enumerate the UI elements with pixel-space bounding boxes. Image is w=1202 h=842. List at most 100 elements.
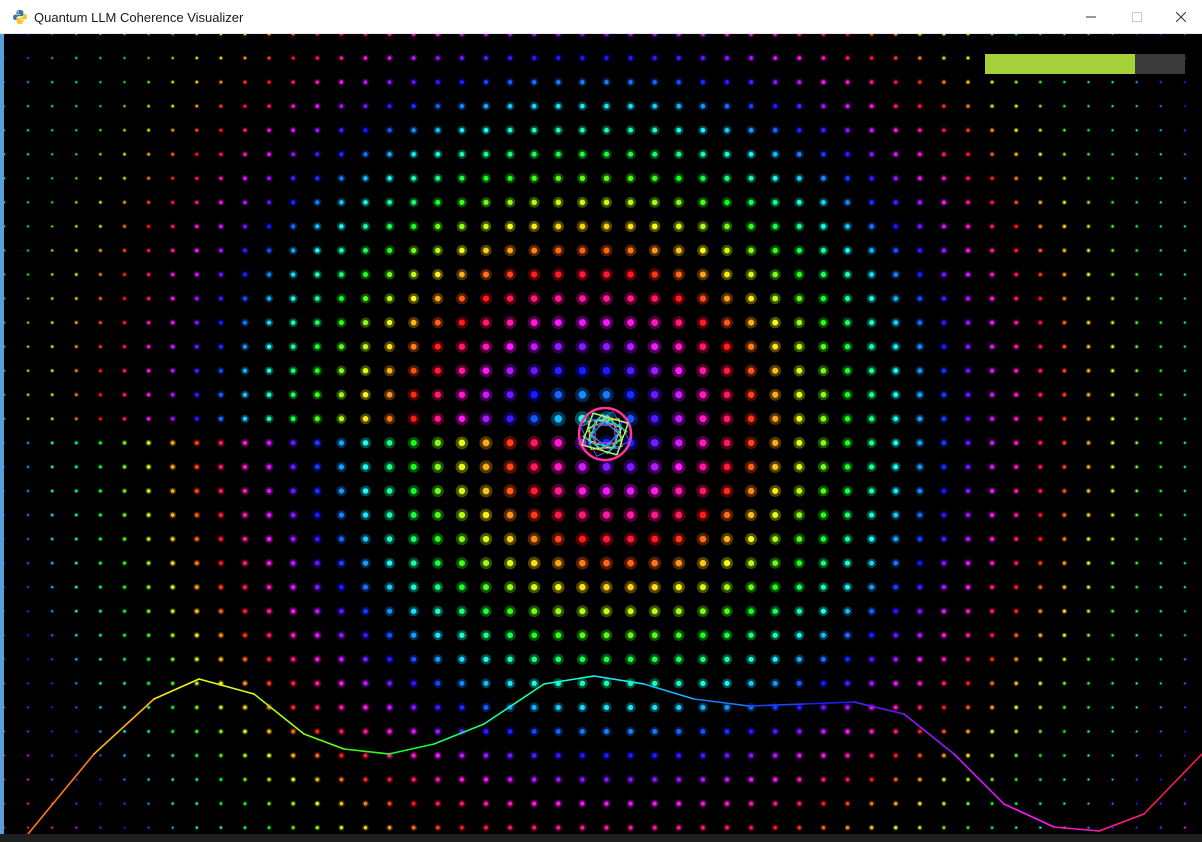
- particle: [291, 705, 296, 710]
- particle: [1038, 465, 1043, 469]
- particle: [387, 777, 392, 782]
- particle: [291, 272, 296, 277]
- particle: [171, 681, 175, 685]
- particle: [170, 465, 175, 469]
- particle: [723, 415, 731, 423]
- particle: [266, 488, 272, 494]
- particle: [363, 826, 368, 830]
- particle: [627, 632, 634, 639]
- particle: [171, 657, 175, 661]
- particle: [338, 296, 344, 302]
- title-bar[interactable]: Quantum LLM Coherence Visualizer: [0, 0, 1202, 34]
- particle: [1014, 681, 1018, 685]
- particle: [290, 416, 296, 422]
- particle: [796, 175, 802, 181]
- particle: [411, 152, 416, 157]
- particle: [1184, 610, 1186, 613]
- particle: [773, 801, 778, 806]
- particle: [1184, 321, 1186, 324]
- particle: [1063, 754, 1066, 757]
- particle: [363, 608, 368, 614]
- particle: [1087, 513, 1090, 517]
- particle: [772, 680, 778, 686]
- particle: [218, 368, 223, 373]
- particle: [893, 200, 898, 205]
- particle: [243, 609, 247, 614]
- particle: [990, 440, 995, 445]
- particle: [1111, 730, 1114, 733]
- visualizer-canvas-area[interactable]: [4, 34, 1202, 834]
- particle: [675, 415, 683, 423]
- particle: [147, 369, 151, 373]
- particle: [267, 657, 271, 662]
- particle: [749, 825, 753, 830]
- particle: [555, 632, 562, 639]
- particle: [315, 56, 319, 60]
- particle: [411, 656, 417, 662]
- particle: [554, 414, 563, 423]
- close-button[interactable]: [1158, 0, 1202, 34]
- particle: [965, 512, 971, 518]
- particle: [723, 535, 731, 543]
- particle: [362, 488, 369, 494]
- particle: [651, 247, 658, 254]
- particle: [291, 802, 295, 806]
- maximize-button[interactable]: [1114, 0, 1160, 34]
- particle: [893, 320, 899, 325]
- particle: [990, 657, 994, 661]
- particle: [650, 391, 659, 399]
- particle: [965, 416, 971, 421]
- particle: [219, 657, 223, 661]
- particle: [1087, 682, 1090, 685]
- particle: [1038, 393, 1043, 397]
- particle: [123, 633, 126, 637]
- particle: [27, 393, 30, 396]
- particle: [27, 153, 29, 156]
- particle: [1111, 225, 1114, 228]
- particle: [194, 416, 199, 421]
- particle: [772, 151, 778, 157]
- particle: [1062, 345, 1066, 349]
- particle: [75, 561, 78, 565]
- particle: [362, 440, 369, 446]
- particle: [699, 343, 707, 350]
- particle: [1014, 224, 1018, 228]
- particle: [339, 657, 344, 662]
- particle: [267, 128, 271, 132]
- particle: [508, 80, 513, 85]
- particle: [411, 729, 416, 734]
- particle: [387, 681, 392, 686]
- particle: [917, 584, 922, 590]
- particle: [869, 176, 874, 181]
- particle: [291, 152, 296, 157]
- particle: [723, 319, 731, 326]
- particle: [194, 440, 199, 445]
- particle: [627, 223, 634, 230]
- particle: [554, 511, 562, 519]
- particle: [459, 175, 465, 181]
- particle: [602, 366, 611, 375]
- particle: [242, 368, 248, 373]
- particle: [845, 632, 850, 638]
- minimize-button[interactable]: [1068, 0, 1114, 34]
- particle: [1038, 441, 1043, 445]
- particle: [434, 271, 441, 278]
- particle: [147, 297, 151, 301]
- particle: [942, 56, 946, 60]
- particle: [411, 223, 417, 229]
- visualizer-canvas[interactable]: [4, 34, 1202, 834]
- particle: [123, 465, 126, 469]
- particle: [676, 56, 681, 61]
- particle: [1184, 634, 1186, 637]
- particle: [941, 440, 947, 446]
- particle: [821, 200, 826, 205]
- particle: [555, 295, 562, 302]
- particle: [123, 609, 126, 613]
- particle: [628, 56, 633, 61]
- particle: [723, 439, 731, 447]
- particle: [171, 224, 175, 228]
- particle: [75, 634, 78, 637]
- particle: [747, 367, 755, 374]
- particle: [796, 632, 802, 638]
- particle: [458, 343, 466, 350]
